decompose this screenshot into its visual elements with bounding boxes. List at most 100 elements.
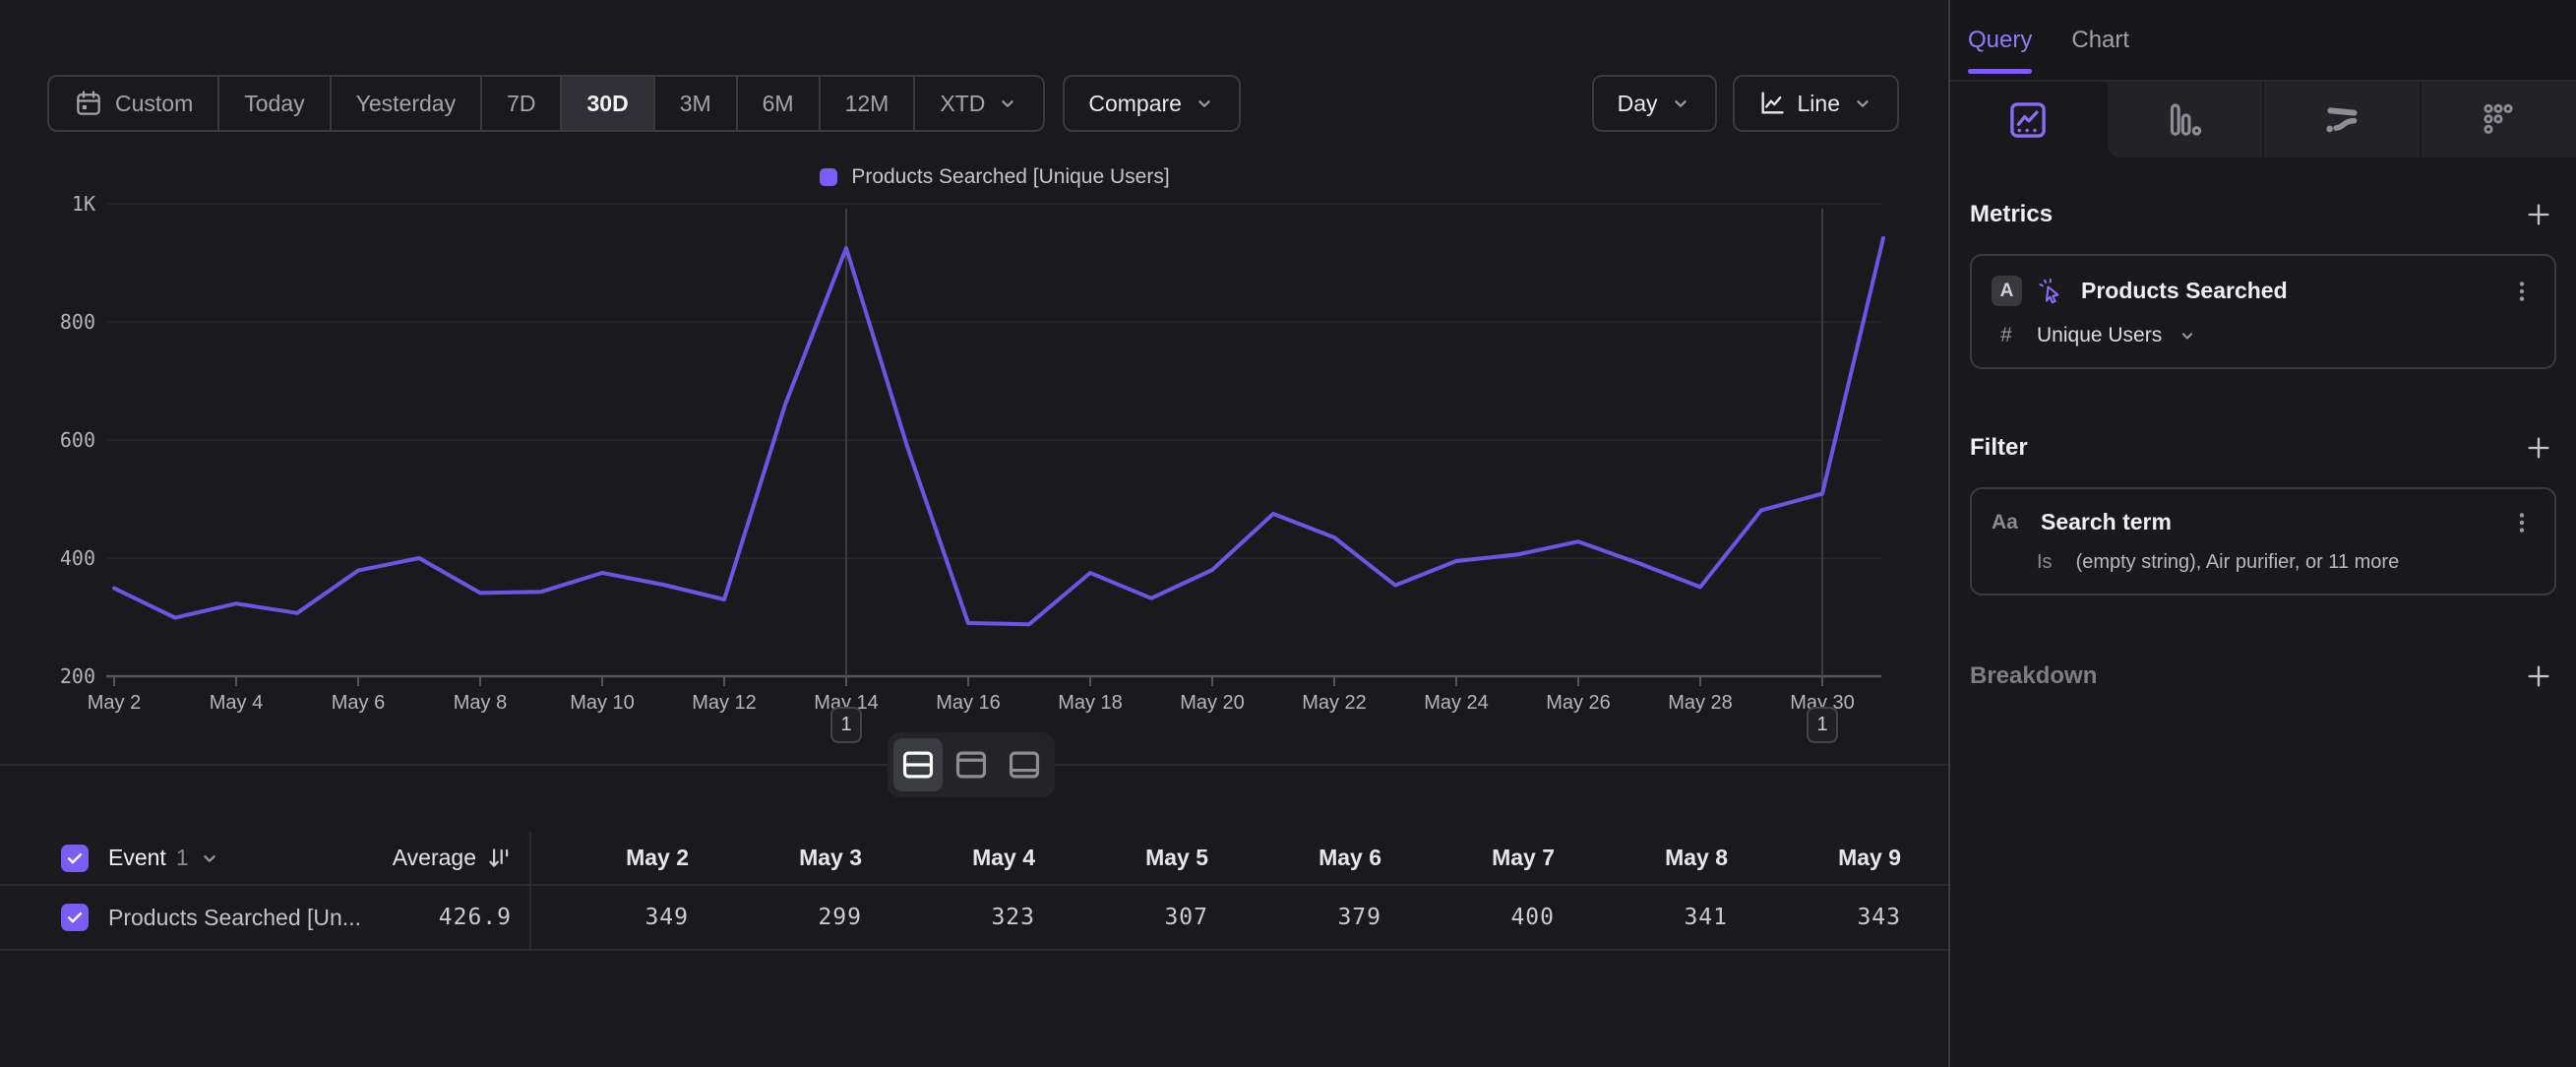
svg-text:200: 200 xyxy=(60,664,95,688)
metric-letter-badge: A xyxy=(1992,276,2022,306)
annotation-badge[interactable]: 1 xyxy=(830,707,862,743)
date-column-headers: May 2May 3May 4May 5May 6May 7May 8May 9 xyxy=(531,845,1917,871)
add-breakdown-button[interactable] xyxy=(2521,659,2556,694)
query-builder: Metrics A Products Searched # Unique Use… xyxy=(1950,197,2576,694)
row-event-name: Products Searched [Un... xyxy=(108,905,361,931)
date-column-header[interactable]: May 9 xyxy=(1744,845,1917,871)
breakdown-section-title: Breakdown xyxy=(1970,662,2097,690)
range-7d-button[interactable]: 7D xyxy=(482,77,562,130)
range-12m-button[interactable]: 12M xyxy=(821,77,916,130)
chart-type-flows-tab[interactable] xyxy=(2262,82,2420,157)
legend-color-swatch xyxy=(820,168,837,186)
date-column-header[interactable]: May 2 xyxy=(531,845,705,871)
chevron-down-icon xyxy=(997,93,1018,114)
chart-legend[interactable]: Products Searched [Unique Users] xyxy=(108,165,1881,189)
chevron-down-icon xyxy=(1194,93,1215,114)
metric-aggregation[interactable]: # Unique Users xyxy=(1992,324,2535,347)
hash-icon: # xyxy=(1992,324,2021,347)
chart-type-funnels-tab[interactable] xyxy=(2106,82,2263,157)
text-property-icon: Aa xyxy=(1992,511,2025,534)
results-table: Event 1 Average May 2May 3May 4May 5May … xyxy=(0,832,1948,951)
metric-name: Products Searched xyxy=(2081,278,2493,304)
range-6m-button[interactable]: 6M xyxy=(738,77,821,130)
average-column-header[interactable]: Average xyxy=(374,845,512,871)
range-today-button[interactable]: Today xyxy=(219,77,331,130)
range-30d-button[interactable]: 30D xyxy=(562,77,654,130)
tab-chart[interactable]: Chart xyxy=(2071,0,2129,80)
layout-split-view-button[interactable] xyxy=(893,738,943,791)
svg-text:800: 800 xyxy=(60,310,95,334)
svg-text:May 4: May 4 xyxy=(210,692,263,714)
chart-type-retention-tab[interactable] xyxy=(2420,82,2576,157)
select-all-checkbox[interactable] xyxy=(61,845,89,872)
granularity-label: Day xyxy=(1618,91,1658,117)
range-label: Today xyxy=(244,91,304,117)
metric-options-menu[interactable] xyxy=(2509,279,2535,304)
date-column-header[interactable]: May 6 xyxy=(1224,845,1397,871)
filter-section-title: Filter xyxy=(1970,434,2028,462)
svg-text:May 6: May 6 xyxy=(332,692,385,714)
gridlines xyxy=(106,204,1881,686)
range-xtd-dropdown[interactable]: XTD xyxy=(915,77,1043,130)
cell-value: 323 xyxy=(878,905,1051,930)
legend-label: Products Searched [Unique Users] xyxy=(851,165,1169,189)
filter-value: (empty string), Air purifier, or 11 more xyxy=(2076,551,2400,574)
cell-value: 307 xyxy=(1051,905,1224,930)
add-filter-button[interactable] xyxy=(2521,430,2556,466)
chart-style-dropdown[interactable]: Line xyxy=(1733,75,1899,132)
svg-text:May 22: May 22 xyxy=(1302,692,1367,714)
chart-style-label: Line xyxy=(1798,91,1840,117)
sort-descending-icon xyxy=(486,846,512,871)
filter-card[interactable]: Aa Search term Is (empty string), Air pu… xyxy=(1970,487,2556,596)
sidebar-tabs: Query Chart xyxy=(1950,0,2576,82)
layout-chart-only-button[interactable] xyxy=(947,738,996,791)
date-column-header[interactable]: May 8 xyxy=(1570,845,1744,871)
svg-text:1K: 1K xyxy=(72,192,95,216)
table-row[interactable]: Products Searched [Un... 426.9 349299323… xyxy=(0,886,1948,951)
chevron-down-icon xyxy=(1852,93,1873,114)
compare-dropdown[interactable]: Compare xyxy=(1063,75,1241,132)
chart-type-insights-tab[interactable] xyxy=(1950,82,2106,157)
cell-value: 341 xyxy=(1570,905,1744,930)
cell-value: 400 xyxy=(1397,905,1570,930)
aggregation-label: Unique Users xyxy=(2037,324,2162,347)
date-column-header[interactable]: May 7 xyxy=(1397,845,1570,871)
range-label: 12M xyxy=(845,91,889,117)
range-custom-button[interactable]: Custom xyxy=(49,77,219,130)
date-column-header[interactable]: May 3 xyxy=(705,845,878,871)
cell-value: 379 xyxy=(1224,905,1397,930)
cursor-click-icon xyxy=(2038,278,2065,305)
layout-table-only-button[interactable] xyxy=(1000,738,1049,791)
date-column-header[interactable]: May 5 xyxy=(1051,845,1224,871)
cell-value: 343 xyxy=(1744,905,1917,930)
table-header-row: Event 1 Average May 2May 3May 4May 5May … xyxy=(0,832,1948,886)
range-xtd-label: XTD xyxy=(940,91,985,117)
tab-chart-label: Chart xyxy=(2071,27,2129,54)
row-checkbox[interactable] xyxy=(61,904,89,931)
filter-condition[interactable]: Is (empty string), Air purifier, or 11 m… xyxy=(1992,551,2535,574)
range-3m-button[interactable]: 3M xyxy=(655,77,738,130)
metric-card[interactable]: A Products Searched # Unique Users xyxy=(1970,254,2556,369)
filter-property-name: Search term xyxy=(2041,509,2493,535)
annotation-lines xyxy=(846,209,1822,676)
chevron-down-icon xyxy=(2177,326,2197,345)
main-panel: 1K800600400200May 2May 4May 6May 8May 10… xyxy=(0,0,1948,1067)
date-column-header[interactable]: May 4 xyxy=(878,845,1051,871)
svg-text:May 18: May 18 xyxy=(1058,692,1123,714)
event-count: 1 xyxy=(176,845,189,871)
add-metric-button[interactable] xyxy=(2521,197,2556,232)
svg-text:May 12: May 12 xyxy=(692,692,757,714)
filter-options-menu[interactable] xyxy=(2509,510,2535,535)
annotation-badge[interactable]: 1 xyxy=(1807,707,1838,743)
cell-value: 299 xyxy=(705,905,878,930)
row-average-value: 426.9 xyxy=(439,905,512,930)
range-yesterday-button[interactable]: Yesterday xyxy=(332,77,482,130)
tab-query[interactable]: Query xyxy=(1968,0,2032,80)
granularity-dropdown[interactable]: Day xyxy=(1592,75,1717,132)
retention-dots-icon xyxy=(2479,100,2518,140)
chevron-down-icon[interactable] xyxy=(199,847,220,869)
range-label: 6M xyxy=(763,91,794,117)
chevron-down-icon xyxy=(1670,93,1691,114)
calendar-icon xyxy=(74,89,103,118)
series-line xyxy=(114,238,1883,624)
